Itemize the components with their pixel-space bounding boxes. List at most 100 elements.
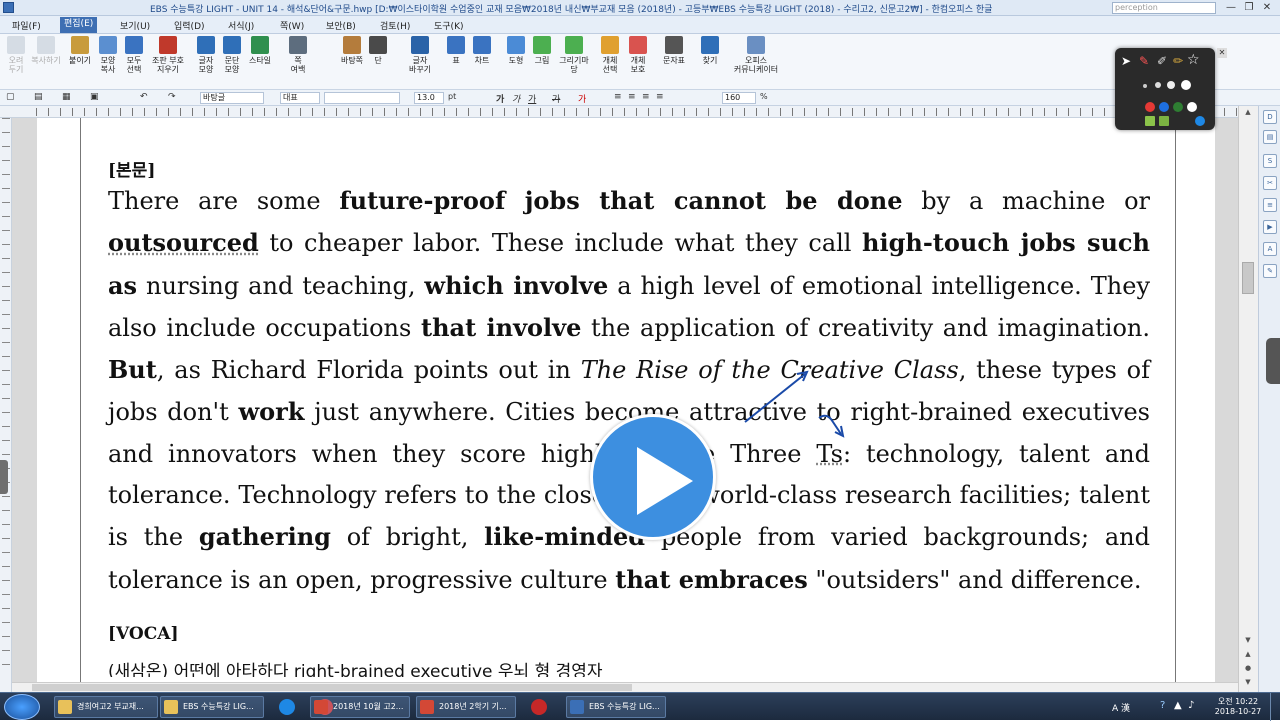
ribbon-button-4[interactable]: 모두 선택 <box>122 36 146 74</box>
ribbon-button-5[interactable]: 조판 부호 지우기 <box>148 36 188 74</box>
open-doc-icon[interactable]: ▤ <box>34 92 43 102</box>
color-sky-icon[interactable] <box>1195 116 1205 126</box>
panel-toggle-handle[interactable] <box>1266 338 1280 384</box>
scroll-up-icon[interactable]: ▲ <box>1242 108 1254 118</box>
panel-list-icon[interactable]: ≡ <box>1263 198 1277 212</box>
align-center-icon[interactable]: ≡ <box>656 92 664 102</box>
menu-page[interactable]: 쪽(W) <box>280 19 304 32</box>
align-left-icon[interactable]: ≡ <box>628 92 636 102</box>
print-icon[interactable]: ▣ <box>90 92 99 102</box>
align-justify-icon[interactable]: ≡ <box>614 92 622 102</box>
help-search-input[interactable]: perception <box>1112 2 1216 14</box>
ribbon-button-2[interactable]: 붙이기 <box>66 36 94 65</box>
font-color-button[interactable]: 가 <box>578 92 586 105</box>
menu-format[interactable]: 서식(J) <box>228 19 254 32</box>
page-down-icon[interactable]: ▼ <box>1242 678 1254 688</box>
system-tray[interactable]: A 漢 ? ▲ ♪ <box>1110 697 1210 717</box>
save-doc-icon[interactable]: ▦ <box>62 92 71 102</box>
ribbon-button-6[interactable]: 글자 모양 <box>194 36 218 74</box>
network-icon[interactable]: ▲ <box>1174 700 1182 711</box>
hwp-app-icon[interactable] <box>3 2 14 13</box>
horizontal-scrollbar[interactable] <box>12 682 1238 692</box>
size-xs-icon[interactable] <box>1143 84 1147 88</box>
menu-insert[interactable]: 입력(D) <box>174 19 205 32</box>
ribbon-button-8[interactable]: 스타일 <box>246 36 274 65</box>
ribbon-button-17[interactable]: 그리기마당 <box>556 36 592 74</box>
ribbon-button-18[interactable]: 개체 선택 <box>598 36 622 74</box>
taskbar-task[interactable]: EBS 수능특강 LIG... <box>566 696 666 718</box>
menu-edit[interactable]: 편집(E) <box>60 17 98 33</box>
ribbon-button-16[interactable]: 그림 <box>530 36 554 65</box>
panel-doc-icon[interactable]: D <box>1263 110 1277 124</box>
size-s-icon[interactable] <box>1155 82 1161 88</box>
ribbon-button-13[interactable]: 표 <box>444 36 468 65</box>
bold-button[interactable]: 가 <box>496 92 504 105</box>
pen-icon[interactable]: ✎ <box>1139 54 1149 68</box>
scroll-thumb[interactable] <box>1242 262 1254 294</box>
pinned-acrobat-icon[interactable] <box>522 696 556 718</box>
ribbon-button-14[interactable]: 차트 <box>470 36 494 65</box>
panel-pen-icon[interactable]: ✎ <box>1263 264 1277 278</box>
color-olive-icon[interactable] <box>1159 116 1169 126</box>
restore-button[interactable]: ❐ <box>1242 1 1256 14</box>
panel-clip-icon[interactable]: ✂ <box>1263 176 1277 190</box>
font-size-input[interactable]: 13.0 <box>414 92 444 104</box>
redo-icon[interactable]: ↷ <box>168 92 176 102</box>
ime-indicator[interactable]: A 漢 <box>1112 701 1130 714</box>
video-play-button[interactable] <box>590 414 716 540</box>
minimize-button[interactable]: — <box>1224 1 1238 14</box>
style-select[interactable]: 바탕글 <box>200 92 264 104</box>
highlighter-icon[interactable]: ✐ <box>1157 54 1167 68</box>
ruler-tab-handle[interactable] <box>0 460 8 494</box>
page-icon[interactable]: ● <box>1242 664 1254 674</box>
new-doc-icon[interactable]: ▢ <box>6 92 15 102</box>
language-select[interactable]: 대표 <box>280 92 320 104</box>
vertical-ruler[interactable] <box>0 118 12 692</box>
menu-file[interactable]: 파일(F) <box>12 19 41 32</box>
pen-tool-palette[interactable]: ➤ ✎ ✐ ✏ ☆ ✕ <box>1115 48 1227 130</box>
taskbar-task[interactable]: 경희여고2 부교재... <box>54 696 158 718</box>
clock[interactable]: 오전 10:22 2018-10-27 <box>1208 697 1268 717</box>
menu-security[interactable]: 보안(B) <box>326 19 356 32</box>
ribbon-button-1[interactable]: 복사하기 <box>30 36 62 65</box>
vertical-scrollbar[interactable]: ▲ ▼ ▲ ● ▼ <box>1238 106 1258 692</box>
font-select[interactable] <box>324 92 400 104</box>
ribbon-button-21[interactable]: 찾기 <box>698 36 722 65</box>
ribbon-button-9[interactable]: 쪽 여백 <box>282 36 314 74</box>
help-icon[interactable]: ? <box>1160 700 1165 711</box>
menu-view[interactable]: 보기(U) <box>120 19 150 32</box>
ribbon-button-22[interactable]: 오피스 커뮤니케이터 <box>730 36 782 74</box>
color-blue-icon[interactable] <box>1159 102 1169 112</box>
panel-page-icon[interactable]: ▤ <box>1263 130 1277 144</box>
ribbon-button-11[interactable]: 단 <box>366 36 390 65</box>
color-red-icon[interactable] <box>1145 102 1155 112</box>
taskbar-task[interactable]: 2018년 2학기 기... <box>416 696 516 718</box>
panel-style-icon[interactable]: S <box>1263 154 1277 168</box>
star-icon[interactable]: ☆ <box>1187 52 1200 68</box>
ribbon-button-19[interactable]: 개체 보호 <box>626 36 650 74</box>
close-button[interactable]: ✕ <box>1260 1 1274 14</box>
marker-icon[interactable]: ✏ <box>1173 54 1183 68</box>
ribbon-button-15[interactable]: 도형 <box>504 36 528 65</box>
ribbon-button-20[interactable]: 문자표 <box>660 36 688 65</box>
align-right-icon[interactable]: ≡ <box>642 92 650 102</box>
color-white-icon[interactable] <box>1187 102 1197 112</box>
pinned-ie-icon[interactable] <box>270 696 304 718</box>
passage-text[interactable]: There are some future-proof jobs that ca… <box>108 180 1150 601</box>
panel-play-icon[interactable]: ▶ <box>1263 220 1277 234</box>
menu-tools[interactable]: 도구(K) <box>434 19 464 32</box>
horizontal-ruler[interactable] <box>0 106 1258 118</box>
document-canvas[interactable]: [본문] There are some future-proof jobs th… <box>12 118 1238 682</box>
taskbar-task[interactable]: 2018년 10월 고2... <box>310 696 410 718</box>
menu-review[interactable]: 검토(H) <box>380 19 410 32</box>
start-button[interactable] <box>4 694 40 720</box>
ribbon-button-3[interactable]: 모양 복사 <box>96 36 120 74</box>
palette-close-icon[interactable]: ✕ <box>1217 48 1227 58</box>
taskbar-task[interactable]: EBS 수능특강 LIG... <box>160 696 264 718</box>
ribbon-button-10[interactable]: 바탕쪽 <box>338 36 366 65</box>
size-m-icon[interactable] <box>1167 81 1175 89</box>
panel-font-icon[interactable]: A <box>1263 242 1277 256</box>
scroll-down-icon[interactable]: ▼ <box>1242 636 1254 646</box>
undo-icon[interactable]: ↶ <box>140 92 148 102</box>
color-green-icon[interactable] <box>1173 102 1183 112</box>
